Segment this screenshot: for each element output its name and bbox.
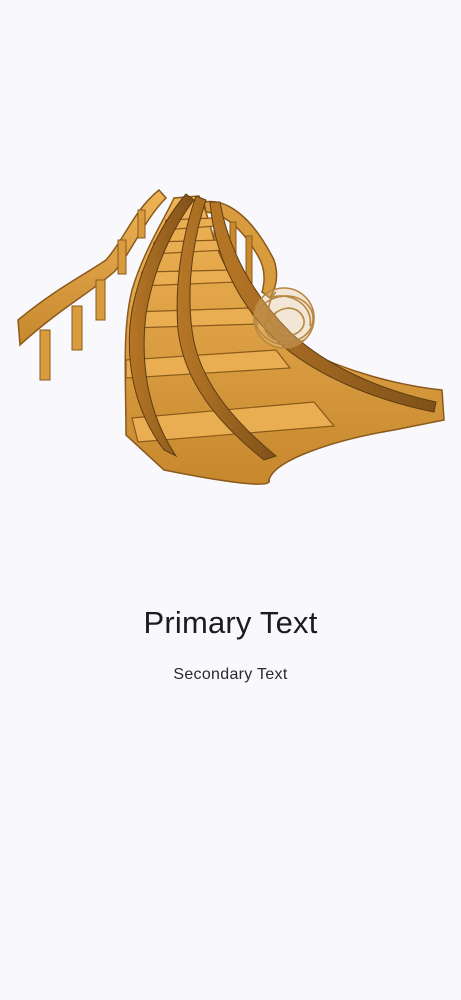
primary-text: Primary Text — [143, 605, 318, 640]
screen: Primary Text Secondary Text — [0, 0, 461, 1000]
secondary-text: Secondary Text — [173, 666, 288, 683]
roller-coaster-track-illustration — [17, 188, 445, 485]
tumbleweed-icon — [253, 287, 315, 349]
